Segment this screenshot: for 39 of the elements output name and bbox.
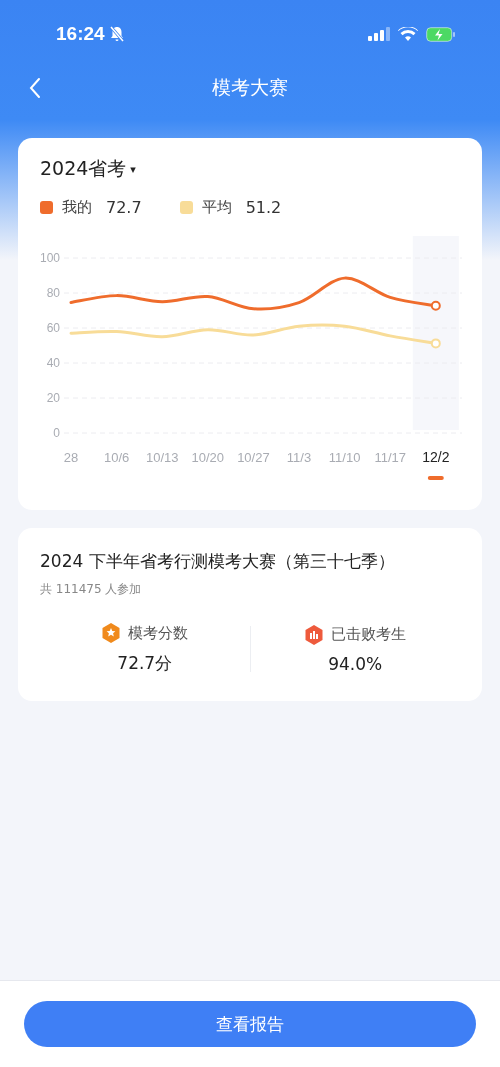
view-report-button[interactable]: 查看报告 — [24, 1001, 476, 1047]
axis-tick-label: 0 — [53, 426, 60, 440]
axis-tick-label[interactable]: 10/20 — [191, 450, 225, 465]
legend-value: 51.2 — [245, 198, 282, 217]
stat-value: 72.7分 — [117, 652, 173, 675]
back-icon[interactable] — [29, 77, 41, 99]
stat-label: 已击败考生 — [331, 625, 407, 644]
legend-label: 我的 — [62, 198, 92, 217]
page-title: 模考大赛 — [212, 75, 288, 100]
axis-tick-label: 60 — [46, 321, 60, 335]
axis-tick-label[interactable]: 11/3 — [286, 450, 312, 465]
exam-dropdown[interactable]: 2024省考 ▾ — [40, 156, 136, 182]
star-badge-icon — [101, 622, 122, 644]
axis-tick-label[interactable]: 10/27 — [237, 450, 270, 465]
axis-tick-label: 80 — [46, 286, 60, 300]
axis-tick-label[interactable]: 11/10 — [328, 450, 361, 465]
muted-bell-icon — [108, 25, 125, 43]
wifi-icon — [398, 27, 418, 41]
legend-value: 72.7 — [106, 198, 142, 217]
axis-tick-label[interactable]: 10/6 — [103, 450, 130, 465]
bar-chart-badge-icon — [304, 623, 325, 646]
data-point — [430, 338, 441, 349]
stat-value: 94.0% — [328, 653, 383, 674]
charging-battery-icon — [426, 26, 456, 42]
axis-tick-label[interactable]: 28 — [63, 450, 79, 465]
legend-label: 平均 — [201, 198, 232, 217]
status-time: 16:24 — [56, 23, 105, 45]
contest-title: 2024 下半年省考行测模考大赛（第三十七季） — [40, 550, 396, 573]
axis-tick-label: 20 — [46, 391, 60, 405]
selection-underline — [427, 476, 444, 480]
axis-tick-label: 100 — [39, 251, 60, 265]
signal-icon — [368, 27, 390, 41]
axis-tick-label[interactable]: 10/13 — [145, 450, 179, 465]
stat-label: 模考分数 — [128, 623, 189, 643]
data-point — [430, 300, 441, 311]
axis-tick-label[interactable]: 12/2 — [422, 449, 450, 465]
axis-tick-label[interactable]: 11/17 — [374, 450, 406, 465]
axis-tick-label: 40 — [46, 356, 60, 370]
participant-count: 共 111475 人参加 — [40, 581, 143, 598]
